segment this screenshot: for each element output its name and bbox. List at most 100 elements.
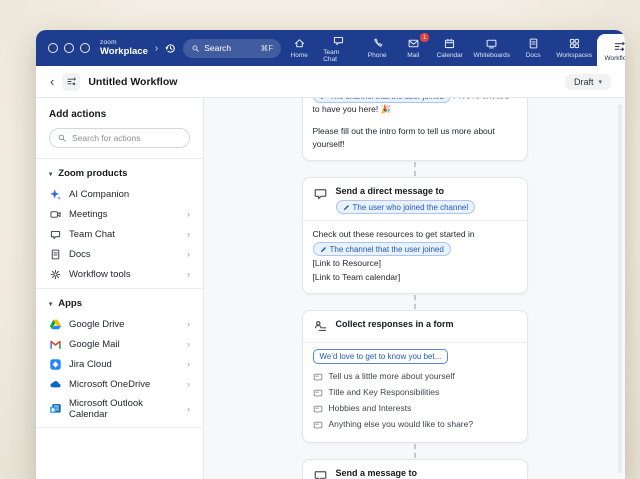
- card-title: Send a direct message to: [336, 185, 476, 198]
- divider: [36, 288, 203, 289]
- nav-item-calendar[interactable]: Calendar: [431, 30, 468, 66]
- nav-item-label: Workflows: [604, 55, 625, 62]
- card-header-text: Send a message toThe channel that the us…: [336, 467, 474, 479]
- nav-item-label: Phone: [368, 52, 387, 59]
- history-button[interactable]: [164, 42, 177, 55]
- card-text-line: Check out these resources to get started…: [313, 228, 517, 241]
- variable-pill[interactable]: The channel that the user joined: [313, 98, 451, 103]
- workflow-card[interactable]: Send a direct message to The user who joi…: [302, 177, 528, 294]
- sidebar-item-google-mail[interactable]: Google Mail›: [36, 334, 203, 354]
- chevron-down-icon: ▾: [49, 300, 52, 308]
- canvas-scrollbar[interactable]: [618, 104, 622, 473]
- ai-sparkle-icon: [49, 188, 62, 201]
- status-dropdown[interactable]: Draft ▾: [565, 74, 611, 90]
- nav-item-phone[interactable]: Phone: [359, 30, 395, 66]
- sidebar-item-microsoft-onedrive[interactable]: Microsoft OneDrive›: [36, 374, 203, 394]
- variable-pill[interactable]: The channel that the user joined: [313, 242, 451, 256]
- short-answer-icon: [313, 372, 323, 382]
- window-control-dot[interactable]: [64, 43, 74, 53]
- nav-item-whiteboards[interactable]: Whiteboards: [468, 30, 515, 66]
- section-header-zoom-products[interactable]: ▾Zoom products: [36, 164, 203, 184]
- section-header-apps[interactable]: ▾Apps: [36, 294, 203, 314]
- sidebar-item-label: Docs: [69, 249, 91, 260]
- form-question-label: Anything else you would like to share?: [329, 418, 474, 431]
- nav-item-workspaces[interactable]: Workspaces: [551, 30, 597, 66]
- workspaces-icon: [568, 37, 581, 50]
- divider: [36, 427, 203, 428]
- calendar-icon: [443, 37, 456, 50]
- workflow-connector: [414, 444, 416, 458]
- sidebar-item-meetings[interactable]: Meetings›: [36, 204, 203, 224]
- chevron-right-icon: ›: [187, 379, 190, 389]
- chevron-right-icon: ›: [187, 249, 190, 259]
- nav-item-label: Workspaces: [556, 52, 592, 59]
- app-window: zoom Workplace › Search ⌘F HomeTeam Chat…: [36, 30, 625, 479]
- sidebar-item-label: Microsoft Outlook Calendar: [69, 398, 180, 420]
- sidebar-item-ai-companion[interactable]: AI Companion: [36, 184, 203, 204]
- sidebar-item-team-chat[interactable]: Team Chat›: [36, 224, 203, 244]
- zoom-workplace-logo: zoom Workplace: [100, 40, 148, 57]
- card-header-pill-row: The user who joined the channel: [336, 200, 476, 214]
- sidebar-item-label: Workflow tools: [69, 269, 131, 280]
- sidebar-item-google-drive[interactable]: Google Drive›: [36, 314, 203, 334]
- form-question-item: Hobbies and Interests: [313, 402, 517, 415]
- search-placeholder: Search: [204, 43, 231, 53]
- short-answer-icon: [313, 420, 323, 430]
- nav-item-label: Docs: [526, 52, 541, 59]
- workflow-toolbar: ‹ Untitled Workflow Draft ▾: [36, 66, 625, 98]
- form-question-item: Title and Key Responsibilities: [313, 386, 517, 399]
- window-control-dot[interactable]: [80, 43, 90, 53]
- jira-icon: [49, 358, 62, 371]
- history-icon: [164, 42, 177, 55]
- sidebar-item-docs[interactable]: Docs ›: [36, 244, 203, 264]
- variable-pill[interactable]: The user who joined the channel: [336, 200, 476, 214]
- workflow-doc-tile: [62, 73, 80, 91]
- pencil-icon: [343, 204, 350, 211]
- workflow-card[interactable]: Collect responses in a form We'd love to …: [302, 310, 528, 443]
- chevron-right-icon[interactable]: ›: [155, 43, 158, 54]
- card-body: Check out these resources to get started…: [303, 221, 527, 293]
- logo-zoom-text: zoom: [100, 40, 148, 47]
- sidebar-item-jira-cloud[interactable]: Jira Cloud›: [36, 354, 203, 374]
- card-body: The channel that the user joined . We're…: [303, 98, 527, 160]
- sidebar-item-label: Google Drive: [69, 319, 124, 330]
- sidebar-item-microsoft-outlook-calendar[interactable]: Microsoft Outlook Calendar›: [36, 394, 203, 423]
- workflow-icon: [613, 40, 625, 53]
- nav-item-team-chat[interactable]: Team Chat: [317, 30, 359, 66]
- nav-item-docs[interactable]: Docs: [515, 30, 551, 66]
- card-text: Please fill out the intro form to tell u…: [313, 126, 495, 149]
- form-question-item: Anything else you would like to share?: [313, 418, 517, 431]
- back-button[interactable]: ‹: [50, 75, 54, 88]
- workflow-card[interactable]: The channel that the user joined . We're…: [302, 98, 528, 161]
- form-title-field[interactable]: We'd love to get to know you bet...: [313, 349, 449, 364]
- search-input[interactable]: Search ⌘F: [183, 39, 281, 58]
- card-header: Send a direct message to The user who joi…: [303, 178, 527, 221]
- actions-search-input[interactable]: [49, 128, 190, 148]
- short-answer-icon: [313, 388, 323, 398]
- sidebar-item-label: AI Companion: [69, 189, 129, 200]
- workflow-connector: [414, 162, 416, 176]
- workflow-card[interactable]: Send a message toThe channel that the us…: [302, 459, 528, 479]
- window-controls: [48, 43, 90, 53]
- nav-item-label: Whiteboards: [474, 52, 511, 59]
- mail-badge: 1: [419, 32, 430, 43]
- card-header: Collect responses in a form: [303, 311, 527, 343]
- card-header-text: Collect responses in a form: [336, 318, 454, 331]
- card-text: [Link to Resource]: [313, 258, 382, 268]
- chevron-right-icon: ›: [187, 269, 190, 279]
- google-drive-icon: [49, 318, 62, 331]
- window-control-dot[interactable]: [48, 43, 58, 53]
- nav-item-mail[interactable]: 1Mail: [395, 30, 431, 66]
- card-text: [Link to Team calendar]: [313, 272, 401, 282]
- variable-pill-label: The user who joined the channel: [353, 202, 469, 213]
- nav-item-workflows[interactable]: Workflows: [597, 34, 625, 66]
- navbar-left: zoom Workplace › Search ⌘F: [48, 30, 281, 66]
- card-title: Send a message to: [336, 467, 474, 479]
- workflow-connector: [414, 295, 416, 309]
- chevron-right-icon: ›: [187, 229, 190, 239]
- sidebar-item-workflow-tools[interactable]: Workflow tools ›: [36, 264, 203, 284]
- page-title: Untitled Workflow: [88, 76, 177, 88]
- nav-item-home[interactable]: Home: [281, 30, 317, 66]
- form-question-label: Title and Key Responsibilities: [329, 386, 440, 399]
- form-person-icon: [313, 319, 328, 334]
